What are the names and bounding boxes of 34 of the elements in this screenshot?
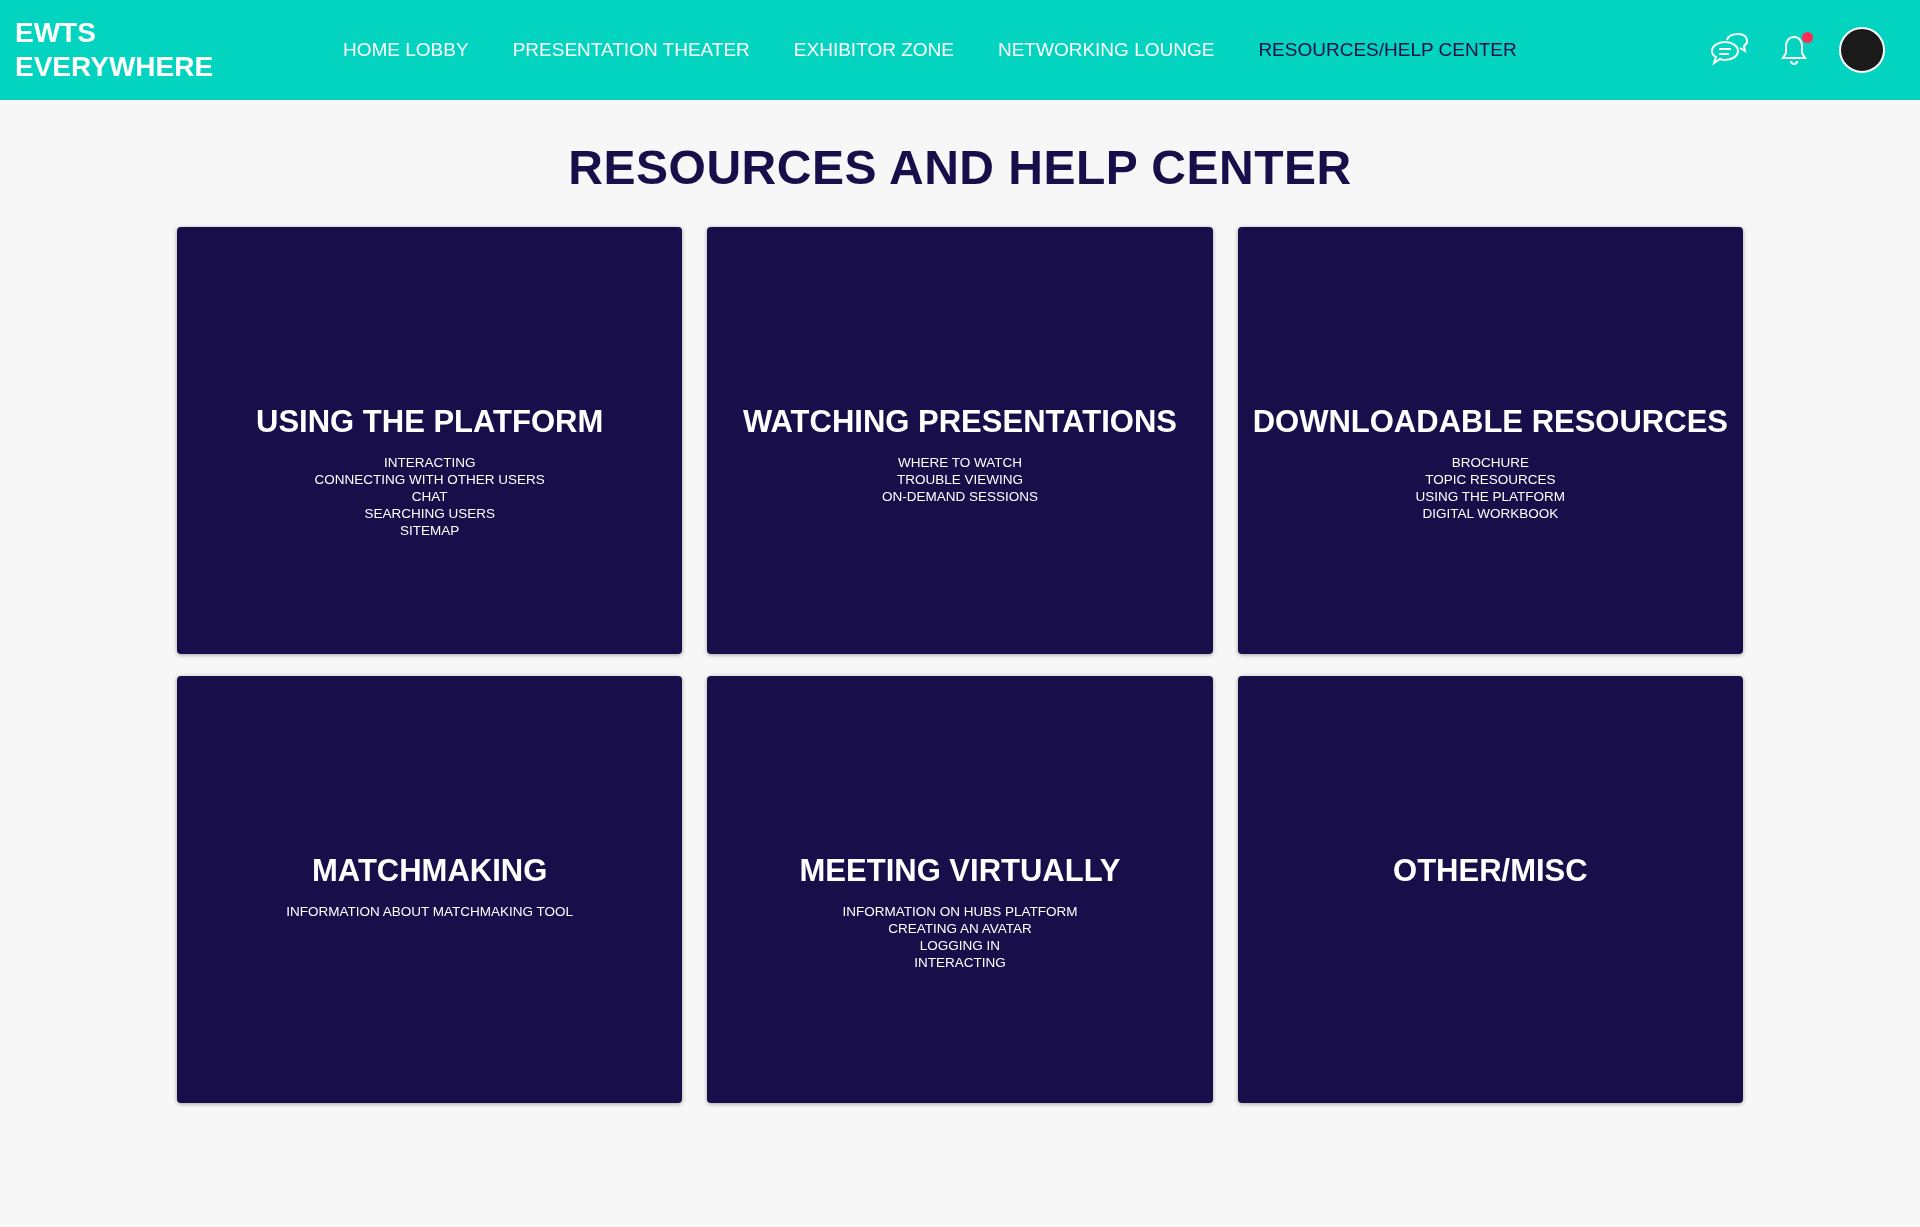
card-topic: INTERACTING — [383, 454, 476, 471]
card-topic: SEARCHING USERS — [364, 505, 495, 522]
card-topic: TROUBLE VIEWING — [897, 471, 1023, 488]
card-topic: INFORMATION ON HUBS PLATFORM — [842, 903, 1078, 920]
chat-icon[interactable] — [1709, 32, 1749, 68]
card-topic: ON-DEMAND SESSIONS — [881, 488, 1038, 505]
category-card[interactable]: WATCHING PRESENTATIONS WHERE TO WATCH TROUBLE VIEWING ON-DEMAND SESSIONS — [707, 227, 1213, 654]
card-topic: TOPIC RESOURCES — [1425, 471, 1556, 488]
card-title: OTHER/MISC — [1393, 853, 1588, 889]
card-title: MATCHMAKING — [312, 853, 548, 889]
card-topic: WHERE TO WATCH — [898, 454, 1022, 471]
card-topic: USING THE PLATFORM — [1415, 488, 1566, 505]
card-topic: CREATING AN AVATAR — [888, 920, 1032, 937]
category-card[interactable]: MEETING VIRTUALLY INFORMATION ON HUBS PLATFORM CREATING AN AVATAR LOGGING IN INTERACTING — [707, 676, 1213, 1103]
card-title: WATCHING PRESENTATIONS — [743, 404, 1177, 440]
category-card[interactable]: DOWNLOADABLE RESOURCES BROCHURE TOPIC RESOURCES USING THE PLATFORM DIGITAL WORKBOOK — [1237, 227, 1743, 654]
category-card[interactable]: MATCHMAKING INFORMATION ABOUT MATCHMAKING TOOL — [177, 676, 683, 1103]
card-title: USING THE PLATFORM — [256, 404, 604, 440]
logo: EWTS EVERYWHERE — [15, 16, 215, 84]
category-card[interactable]: USING THE PLATFORM INTERACTING CONNECTING WITH OTHER USERS CHAT SEARCHING USERS SITEMAP — [177, 227, 683, 654]
card-title: MEETING VIRTUALLY — [799, 853, 1121, 889]
card-topic: SITEMAP — [400, 522, 460, 539]
card-topic: DIGITAL WORKBOOK — [1422, 505, 1559, 522]
card-topic: INTERACTING — [914, 954, 1006, 971]
card-topic: LOGGING IN — [919, 937, 1001, 954]
avatar[interactable] — [1839, 27, 1885, 73]
card-topic: INFORMATION ABOUT MATCHMAKING TOOL — [286, 903, 574, 920]
page-heading: RESOURCES AND HELP CENTER — [567, 140, 1353, 195]
card-topic: BROCHURE — [1451, 454, 1529, 471]
card-topic: CONNECTING WITH OTHER USERS — [314, 471, 545, 488]
category-card[interactable]: OTHER/MISC — [1237, 676, 1743, 1103]
card-title: DOWNLOADABLE RESOURCES — [1252, 404, 1728, 440]
nav-link[interactable]: RESOURCES/HELP CENTER — [1258, 39, 1517, 61]
card-topic: CHAT — [411, 488, 448, 505]
